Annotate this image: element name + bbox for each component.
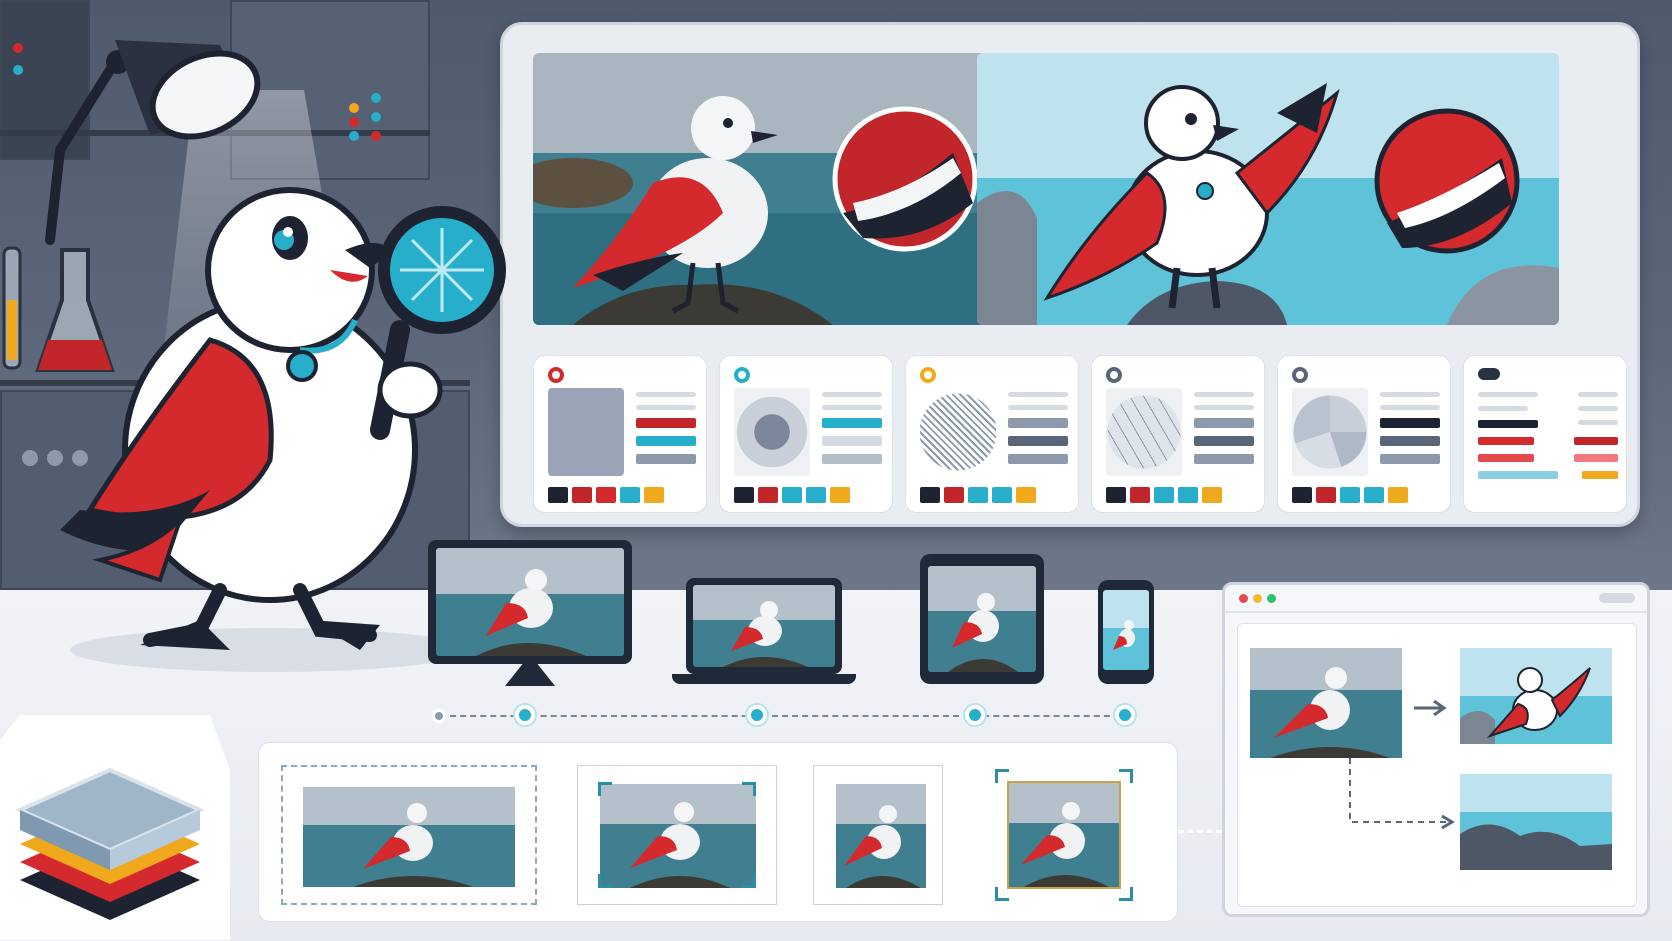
filter-card-halftone[interactable]	[905, 355, 1079, 513]
close-window-icon[interactable]	[1239, 594, 1248, 603]
desktop-monitor-icon[interactable]	[428, 540, 632, 664]
timeline-step-dot[interactable]	[747, 705, 767, 725]
browser-titlebar	[1225, 585, 1647, 613]
browser-content	[1237, 623, 1637, 907]
lowpoly-circle-icon	[1292, 388, 1368, 476]
background-output-thumb	[1460, 774, 1612, 870]
magnifying-glass-icon	[370, 206, 506, 440]
card-indicator-icon	[734, 367, 750, 383]
timeline-arrow-icon	[1115, 705, 1135, 725]
laptop-base	[672, 674, 856, 684]
color-palette	[734, 487, 850, 503]
crop-variants-strip	[258, 742, 1178, 922]
color-palette	[1292, 487, 1408, 503]
timeline-step-dot[interactable]	[965, 705, 985, 725]
feather-zoom-circle	[832, 106, 978, 252]
color-palette	[548, 487, 664, 503]
test-tube-icon	[2, 246, 22, 370]
layers-stack-icon	[0, 715, 230, 940]
card-indicator-icon	[1106, 367, 1122, 383]
address-bar[interactable]	[1599, 593, 1635, 603]
responsive-timeline	[440, 715, 1130, 717]
timeline-step-dot[interactable]	[515, 705, 535, 725]
timeline-start-dot	[432, 709, 446, 723]
crop-frame-tight[interactable]	[991, 765, 1137, 905]
card-indicator-icon	[920, 367, 936, 383]
halftone-circle-icon	[920, 388, 996, 476]
crop-frame-wide[interactable]	[281, 765, 537, 905]
focus-frame	[1007, 781, 1121, 889]
cartoon-feather-zoom-circle	[1374, 108, 1520, 254]
crop-frame-square[interactable]	[813, 765, 943, 905]
realistic-seagull-photo[interactable]	[533, 53, 989, 325]
connector-dashes	[1178, 830, 1222, 833]
pixelated-circle-icon	[734, 388, 810, 476]
triangle-mesh-icon	[1106, 388, 1182, 476]
filter-card-pixelated[interactable]	[719, 355, 893, 513]
phone-icon[interactable]	[1098, 580, 1154, 684]
arrow-right-icon	[1414, 700, 1447, 716]
card-indicator-icon	[1292, 367, 1308, 383]
flow-connector-icon	[1349, 758, 1455, 830]
minimize-window-icon[interactable]	[1253, 594, 1262, 603]
maximize-window-icon[interactable]	[1267, 594, 1276, 603]
style-comparison-board	[500, 22, 1640, 527]
filter-card-low-poly[interactable]	[1277, 355, 1451, 513]
source-photo-thumb	[1250, 648, 1402, 758]
cartoon-seagull-illustration[interactable]	[977, 53, 1559, 325]
browser-preview-window	[1222, 582, 1650, 917]
settings-list-icon	[1478, 368, 1500, 380]
stylized-output-thumb	[1460, 648, 1612, 744]
filter-card-triangle-mesh[interactable]	[1091, 355, 1265, 513]
laptop-icon[interactable]	[686, 578, 842, 674]
filter-card-settings[interactable]	[1463, 355, 1627, 513]
color-palette	[920, 487, 1036, 503]
color-palette	[1106, 487, 1222, 503]
tablet-icon[interactable]	[920, 554, 1044, 684]
crop-frame-framed[interactable]	[577, 765, 777, 905]
